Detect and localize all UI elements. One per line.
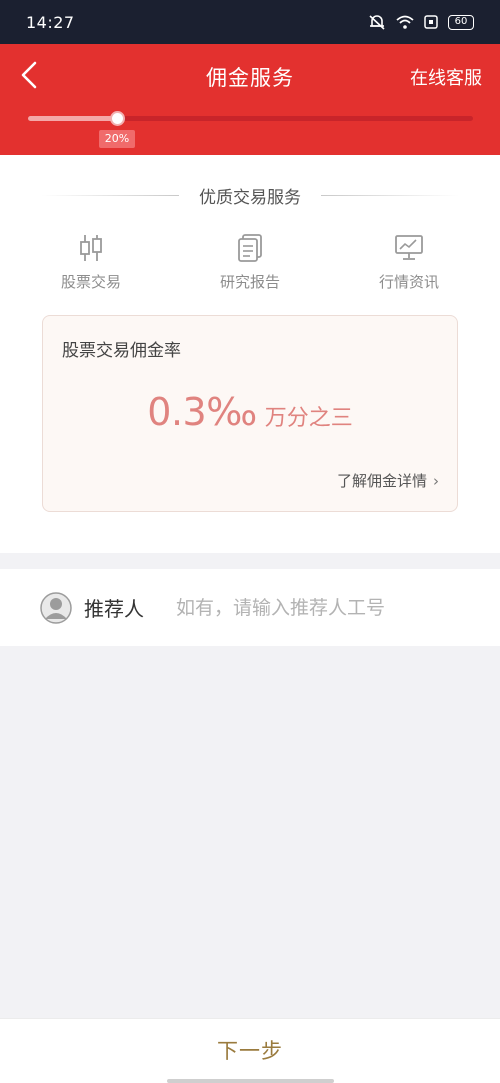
next-step-button[interactable]: 下一步 xyxy=(0,1035,500,1065)
candlestick-icon xyxy=(80,235,102,261)
feature-label: 研究报告 xyxy=(219,273,280,291)
section-heading-text: 优质交易服务 xyxy=(199,187,301,208)
service-panel: 优质交易服务 股票交易 研究报告 行情资讯 股票交易佣金率 0.3‰ 万分之三 … xyxy=(0,155,500,553)
header: 佣金服务 在线客服 20% xyxy=(0,44,500,155)
home-indicator[interactable] xyxy=(167,1079,334,1083)
person-avatar-icon xyxy=(40,591,72,624)
battery-icon: 60 xyxy=(448,14,474,30)
wifi-icon xyxy=(396,15,414,29)
feature-label: 股票交易 xyxy=(60,273,121,291)
commission-rate-text: 万分之三 xyxy=(264,406,353,431)
referrer-input[interactable] xyxy=(176,596,436,619)
progress-label: 20% xyxy=(99,130,135,148)
feature-research-report: 研究报告 xyxy=(195,233,305,292)
bottom-bar: 下一步 xyxy=(0,1018,500,1083)
heading-divider-left xyxy=(41,194,179,196)
commission-rate: 0.3‰ 万分之三 xyxy=(43,390,457,434)
progress-knob xyxy=(110,111,125,126)
online-service-button[interactable]: 在线客服 xyxy=(410,64,482,90)
feature-list: 股票交易 研究报告 行情资讯 xyxy=(36,233,464,292)
section-heading: 优质交易服务 xyxy=(0,183,500,208)
commission-card: 股票交易佣金率 0.3‰ 万分之三 了解佣金详情 › xyxy=(42,315,458,512)
chevron-right-icon: › xyxy=(433,471,439,490)
status-icons: 60 xyxy=(368,14,474,30)
feature-label: 行情资讯 xyxy=(378,273,439,291)
status-bar: 14:27 60 xyxy=(0,0,500,44)
commission-card-title: 股票交易佣金率 xyxy=(62,341,181,361)
feature-stock-trading: 股票交易 xyxy=(36,233,146,292)
monitor-chart-icon xyxy=(395,235,423,260)
document-icon xyxy=(238,234,262,262)
sim-icon xyxy=(424,15,438,29)
commission-details-link[interactable]: 了解佣金详情 › xyxy=(337,470,439,491)
status-time: 14:27 xyxy=(26,12,75,32)
commission-rate-value: 0.3‰ xyxy=(147,390,257,434)
mute-bell-icon xyxy=(369,15,385,30)
feature-market-news: 行情资讯 xyxy=(354,233,464,292)
referrer-row: 推荐人 xyxy=(0,569,500,646)
progress-fill xyxy=(28,116,117,121)
referrer-label: 推荐人 xyxy=(84,597,144,621)
progress-bar: 20% xyxy=(28,111,473,148)
commission-details-label: 了解佣金详情 xyxy=(336,472,427,490)
heading-divider-right xyxy=(321,194,459,196)
